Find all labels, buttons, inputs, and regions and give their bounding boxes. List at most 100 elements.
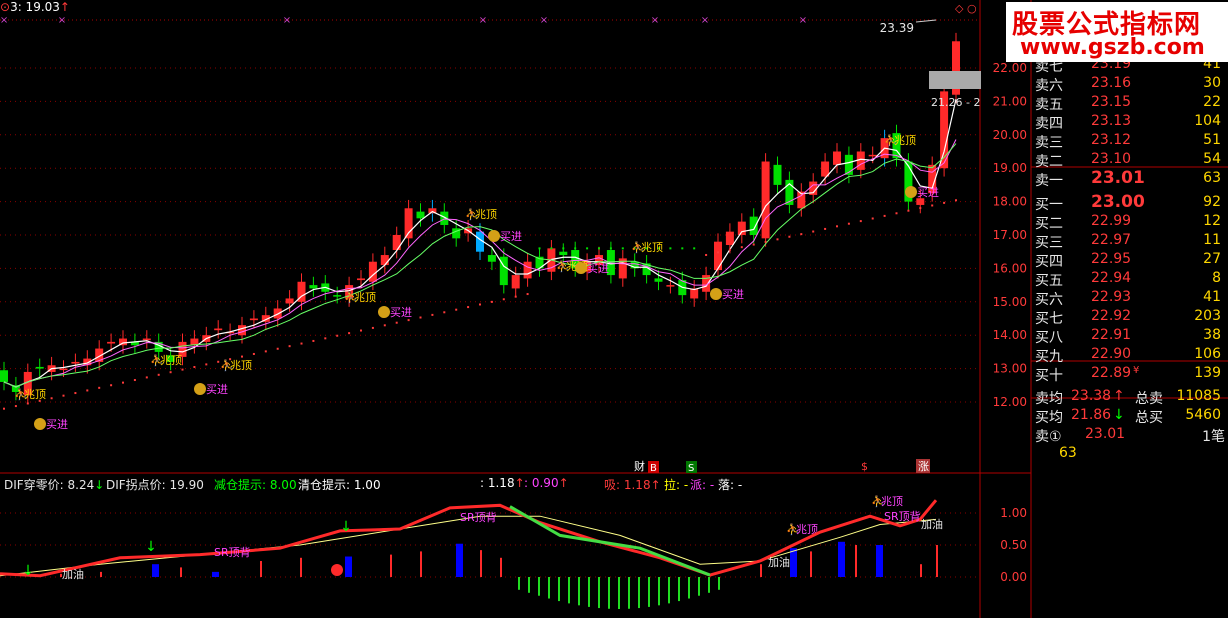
candle-body	[238, 325, 246, 336]
candle-body	[559, 251, 568, 256]
ask-row-3[interactable]: 卖五 23.15 22	[1035, 94, 1227, 113]
candle-body	[737, 221, 746, 235]
bid-price: 22.89	[1091, 365, 1132, 381]
sar-dot	[288, 345, 291, 348]
sar-dot	[669, 247, 672, 250]
bid-row-7[interactable]: 买七 22.92 203	[1035, 308, 1227, 327]
sar-dot	[764, 240, 767, 243]
down-arrow-icon: ↓	[340, 519, 352, 535]
bid-row-4[interactable]: 买四 22.95 27	[1035, 251, 1227, 270]
macd-bar-negative	[688, 577, 690, 599]
bid-row-2[interactable]: 买二 22.99 12	[1035, 213, 1227, 232]
bid-row-10[interactable]: 买十 22.89 139 ¥	[1035, 365, 1227, 384]
top-x-marker: ×	[799, 15, 807, 26]
bid-level-label: 买二	[1035, 216, 1063, 232]
sar-dot	[907, 209, 910, 212]
sar-dot	[455, 308, 458, 311]
candle-body	[71, 361, 80, 364]
bid-price: 22.91	[1091, 327, 1132, 343]
sar-dot	[14, 405, 17, 408]
bid-row-6[interactable]: 买六 22.93 41	[1035, 289, 1227, 308]
sar-dot	[169, 371, 172, 374]
price-range-box	[929, 71, 981, 89]
sar-dot	[943, 201, 946, 204]
buy-signal-label: 买进	[722, 288, 744, 301]
bid-row-9[interactable]: 买九 22.90 106	[1035, 346, 1227, 365]
ask-volume: 104	[1194, 113, 1221, 129]
macd-bar-negative	[518, 577, 520, 590]
top-signal-label: 兆顶	[881, 495, 903, 508]
bid-volume: 38	[1203, 327, 1221, 343]
sar-dot	[538, 247, 541, 250]
sar-dot	[110, 384, 113, 387]
macd-bar-negative	[568, 577, 570, 604]
top-signal-label: 兆顶	[354, 291, 376, 304]
sar-dot	[847, 222, 850, 225]
bid-row-5[interactable]: 买五 22.94 8	[1035, 270, 1227, 289]
macd-bar-negative	[608, 577, 610, 609]
bid-volume: 139	[1194, 365, 1221, 381]
sar-dot	[145, 376, 148, 379]
sar-dot	[919, 207, 922, 210]
money-bag-icon	[194, 383, 206, 395]
macd-bar-negative	[718, 577, 720, 590]
event-s-label: S	[688, 463, 694, 474]
candle-body	[380, 255, 389, 266]
ask-row-7[interactable]: 卖一 23.01 63	[1035, 168, 1227, 189]
macd-bar-positive	[180, 567, 182, 577]
pai-label: 派: -	[690, 478, 715, 492]
sar-dot	[122, 381, 124, 384]
down-arrow-icon: ↓	[22, 563, 34, 579]
corner-circle-icon: ○	[967, 2, 977, 15]
sell1-queue-label: 卖①	[1035, 429, 1062, 445]
top-x-marker: ×	[651, 15, 659, 26]
bid-row-1[interactable]: 买一 23.00 92	[1035, 192, 1227, 213]
macd-bar-positive	[810, 551, 812, 577]
macd-bar-positive	[345, 556, 352, 577]
candle-body	[487, 255, 496, 262]
sar-dot	[371, 326, 374, 329]
macd-bar-negative	[708, 577, 710, 593]
ask-avg-arrow: ↑	[1113, 388, 1125, 404]
high-price-label: 23.39	[880, 21, 914, 35]
candle-body	[916, 198, 925, 205]
candle-body	[368, 261, 377, 282]
ask-price: 23.15	[1091, 94, 1132, 110]
sell1-queue-volume: 63	[1059, 445, 1077, 461]
sar-dot	[241, 355, 243, 358]
sar-dot	[360, 329, 362, 332]
ask-row-5[interactable]: 卖三 23.12 51	[1035, 132, 1227, 151]
sar-dot	[62, 394, 65, 397]
bid-level-label: 买九	[1035, 349, 1063, 365]
ask-row-2[interactable]: 卖六 23.16 30	[1035, 75, 1227, 94]
bid-row-8[interactable]: 买八 22.91 38	[1035, 327, 1227, 346]
sar-dot	[514, 295, 517, 298]
candle-body	[59, 368, 68, 371]
bid-price: 22.94	[1091, 270, 1132, 286]
macd-bar-positive	[480, 550, 482, 577]
top-x-marker: ×	[701, 15, 709, 26]
sar-dot	[181, 368, 184, 371]
total-ask-value: 11085	[1176, 388, 1221, 404]
ask-row-4[interactable]: 卖四 23.13 104	[1035, 113, 1227, 132]
macd-bar-positive	[390, 554, 392, 577]
sar-dot	[217, 360, 220, 363]
macd-bar-negative	[598, 577, 600, 609]
sar-dot	[395, 321, 398, 324]
money-bag-icon	[34, 418, 46, 430]
ask-price: 23.16	[1091, 75, 1132, 91]
bid-level-label: 买八	[1035, 330, 1063, 346]
candle-body	[357, 278, 365, 281]
price-axis-label: 21.00	[993, 94, 1027, 108]
macd-bar-negative	[658, 577, 660, 606]
top-x-marker: ×	[479, 15, 487, 26]
bid-row-3[interactable]: 买三 22.97 11	[1035, 232, 1227, 251]
top-signal-label: 兆顶	[24, 388, 46, 401]
sar-dot	[3, 407, 5, 410]
top-signal-label: 兆顶	[230, 359, 252, 372]
sell1-queue-unit: 1笔	[1202, 429, 1225, 445]
macd-bar-negative	[638, 577, 640, 609]
sell1-queue-row: 卖① 23.01 1笔	[1035, 426, 1227, 445]
buy-signal-label: 买进	[46, 418, 68, 431]
sar-dot	[609, 247, 612, 250]
